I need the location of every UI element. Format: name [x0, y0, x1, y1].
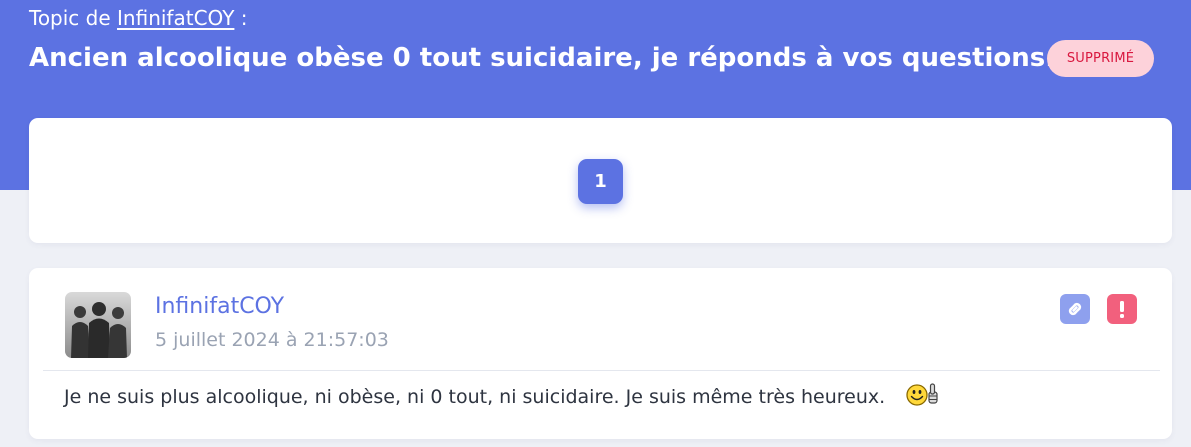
thumbs-up-smiley-icon [905, 380, 941, 412]
page-title: Ancien alcoolique obèse 0 tout suicidair… [29, 43, 1056, 73]
post-date: 5 juillet 2024 à 21:57:03 [155, 329, 389, 351]
avatar[interactable] [65, 292, 131, 358]
copy-link-button[interactable] [1060, 294, 1090, 324]
page-button-current[interactable]: 1 [578, 159, 623, 204]
link-icon [1068, 302, 1082, 316]
post-body: Je ne suis plus alcoolique, ni obèse, ni… [64, 386, 886, 408]
report-button[interactable] [1107, 294, 1137, 324]
post-author[interactable]: InfinifatCOY [155, 294, 284, 319]
post-divider [43, 370, 1160, 371]
topic-suffix: : [240, 6, 248, 30]
status-badge: SUPPRIMÉ [1047, 40, 1154, 77]
post-card: InfinifatCOY 5 juillet 2024 à 21:57:03 J… [29, 268, 1172, 439]
topic-author-link[interactable]: InfinifatCOY [117, 6, 234, 30]
topic-byline: Topic de InfinifatCOY : [29, 6, 248, 30]
topic-prefix: Topic de [29, 6, 111, 30]
pagination-card: 1 [29, 118, 1172, 243]
exclamation-icon [1120, 301, 1124, 318]
